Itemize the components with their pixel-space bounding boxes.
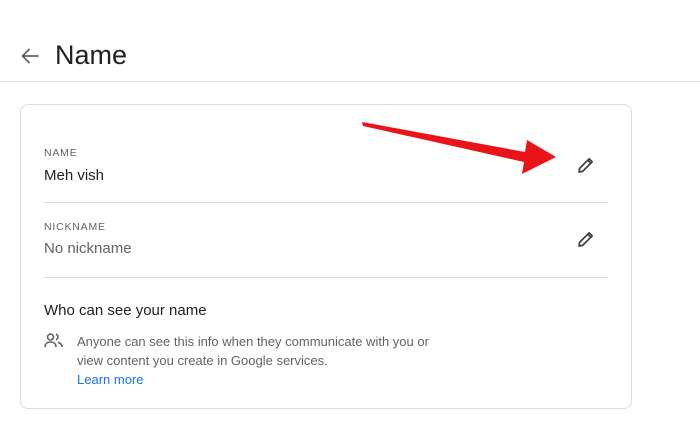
people-icon bbox=[44, 333, 63, 348]
pencil-icon bbox=[578, 231, 594, 247]
nickname-label: NICKNAME bbox=[44, 221, 106, 233]
edit-nickname-button[interactable] bbox=[572, 225, 600, 253]
name-row[interactable]: NAME Meh vish bbox=[44, 105, 608, 203]
arrow-back-icon bbox=[21, 48, 39, 64]
nickname-row[interactable]: NICKNAME No nickname bbox=[44, 203, 608, 278]
back-button[interactable] bbox=[14, 42, 46, 70]
edit-name-button[interactable] bbox=[572, 151, 600, 179]
name-value: Meh vish bbox=[44, 167, 105, 184]
pencil-icon bbox=[578, 157, 594, 173]
name-card: NAME Meh vish NICKNAME No nickname Who c… bbox=[20, 104, 632, 409]
visibility-title: Who can see your name bbox=[44, 302, 207, 319]
visibility-description-block: Anyone can see this info when they commu… bbox=[77, 332, 457, 389]
page-title: Name bbox=[55, 40, 128, 70]
visibility-description: Anyone can see this info when they commu… bbox=[77, 334, 429, 368]
page: Name NAME Meh vish NICKNAME No nickname bbox=[0, 0, 700, 438]
nickname-value: No nickname bbox=[44, 240, 132, 257]
page-header: Name bbox=[0, 0, 700, 82]
visibility-section: Who can see your name Anyone can see thi… bbox=[44, 301, 608, 387]
name-label: NAME bbox=[44, 147, 78, 159]
learn-more-link[interactable]: Learn more bbox=[77, 370, 457, 389]
